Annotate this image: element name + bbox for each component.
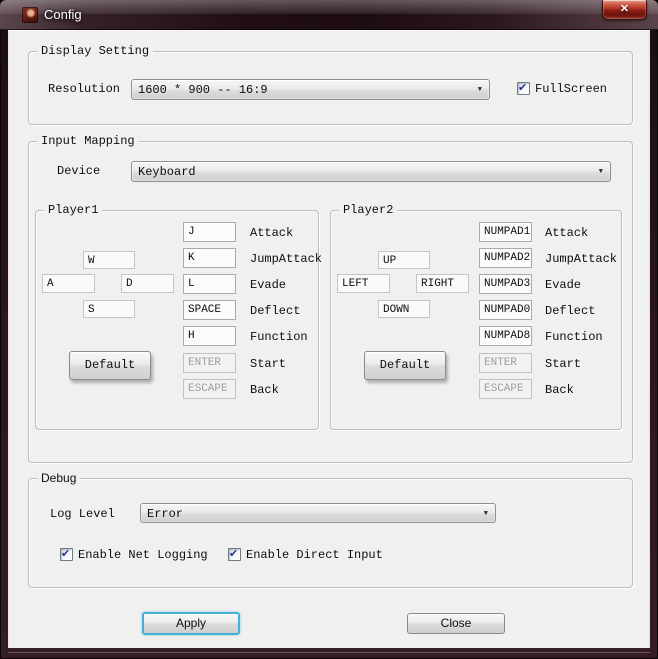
dialog-body: Display Setting Resolution 1600 * 900 --… [8, 30, 650, 648]
p2-key-down[interactable]: DOWN [378, 300, 430, 318]
p1-key-deflect[interactable]: SPACE [183, 300, 236, 320]
chevron-down-icon: ▼ [598, 168, 603, 176]
log-level-value: Error [147, 507, 184, 521]
debug-group-label: Debug [37, 471, 81, 486]
p2-key-jumpattack[interactable]: NUMPAD2 [479, 248, 532, 268]
p1-key-function[interactable]: H [183, 326, 236, 346]
net-logging-checkbox[interactable]: ✔ [60, 547, 73, 561]
p1-action-back: Back [250, 383, 279, 397]
app-icon [22, 7, 38, 23]
player2-group: Player2 UP LEFT RIGHT DOWN NUMPAD1 NUMPA… [330, 203, 622, 430]
p1-action-attack: Attack [250, 226, 294, 240]
close-button[interactable]: ✕ [602, 0, 647, 20]
p2-key-start: ENTER [479, 353, 532, 373]
player2-group-label: Player2 [339, 203, 398, 218]
p2-key-evade[interactable]: NUMPAD3 [479, 274, 532, 294]
close-dialog-button[interactable]: Close [407, 613, 505, 634]
p2-default-button[interactable]: Default [364, 351, 446, 380]
apply-button[interactable]: Apply [142, 612, 240, 635]
log-level-select[interactable]: Error ▼ [140, 503, 496, 523]
resolution-label: Resolution [48, 82, 121, 96]
player1-group-label: Player1 [44, 203, 103, 218]
resolution-value: 1600 * 900 -- 16:9 [138, 83, 268, 97]
close-icon: ✕ [619, 3, 630, 15]
player1-group: Player1 W A D S J K L SPACE H ENTER ESCA… [35, 203, 323, 430]
p2-action-function: Function [545, 330, 603, 344]
p1-action-start: Start [250, 357, 287, 371]
p1-default-button[interactable]: Default [69, 351, 151, 380]
check-icon: ✔ [518, 81, 528, 94]
p2-action-back: Back [545, 383, 574, 397]
window-title: Config [44, 7, 82, 22]
p1-action-jumpattack: JumpAttack [250, 252, 323, 266]
fullscreen-label: FullScreen [535, 82, 608, 96]
p2-action-start: Start [545, 357, 582, 371]
chevron-down-icon: ▼ [477, 86, 482, 94]
direct-input-label: Enable Direct Input [246, 548, 383, 562]
p1-key-attack[interactable]: J [183, 222, 236, 242]
p1-key-evade[interactable]: L [183, 274, 236, 294]
config-window: Config ✕ Display Setting Resolution 1600… [0, 0, 658, 659]
p1-key-right[interactable]: D [121, 274, 174, 293]
p2-key-left[interactable]: LEFT [337, 274, 390, 293]
p2-action-jumpattack: JumpAttack [545, 252, 618, 266]
p2-action-evade: Evade [545, 278, 582, 292]
window-border-highlight [8, 652, 650, 653]
p2-key-back: ESCAPE [479, 379, 532, 399]
input-mapping-group-label: Input Mapping [37, 134, 139, 149]
fullscreen-checkbox[interactable]: ✔ [517, 81, 530, 95]
p1-key-left[interactable]: A [42, 274, 95, 293]
debug-group: Debug [28, 471, 633, 588]
p1-action-evade: Evade [250, 278, 287, 292]
log-level-label: Log Level [50, 507, 115, 521]
device-value: Keyboard [138, 165, 196, 179]
p1-action-deflect: Deflect [250, 304, 301, 318]
device-select[interactable]: Keyboard ▼ [131, 161, 611, 182]
resolution-select[interactable]: 1600 * 900 -- 16:9 ▼ [131, 79, 490, 100]
net-logging-label: Enable Net Logging [78, 548, 208, 562]
display-setting-group-label: Display Setting [37, 44, 154, 59]
p1-key-back: ESCAPE [183, 379, 236, 399]
p1-action-function: Function [250, 330, 308, 344]
check-icon: ✔ [229, 547, 239, 560]
p2-key-up[interactable]: UP [378, 251, 430, 269]
p2-key-attack[interactable]: NUMPAD1 [479, 222, 532, 242]
direct-input-checkbox[interactable]: ✔ [228, 547, 241, 561]
p1-key-jumpattack[interactable]: K [183, 248, 236, 268]
check-icon: ✔ [61, 547, 71, 560]
p2-action-deflect: Deflect [545, 304, 596, 318]
p1-key-down[interactable]: S [83, 300, 135, 318]
p2-key-deflect[interactable]: NUMPAD0 [479, 300, 532, 320]
p2-action-attack: Attack [545, 226, 589, 240]
device-label: Device [57, 164, 101, 178]
p2-key-right[interactable]: RIGHT [416, 274, 469, 293]
titlebar[interactable]: Config ✕ [0, 0, 658, 30]
p2-key-function[interactable]: NUMPAD8 [479, 326, 532, 346]
p1-key-up[interactable]: W [83, 251, 135, 269]
p1-key-start: ENTER [183, 353, 236, 373]
chevron-down-icon: ▼ [483, 510, 488, 518]
